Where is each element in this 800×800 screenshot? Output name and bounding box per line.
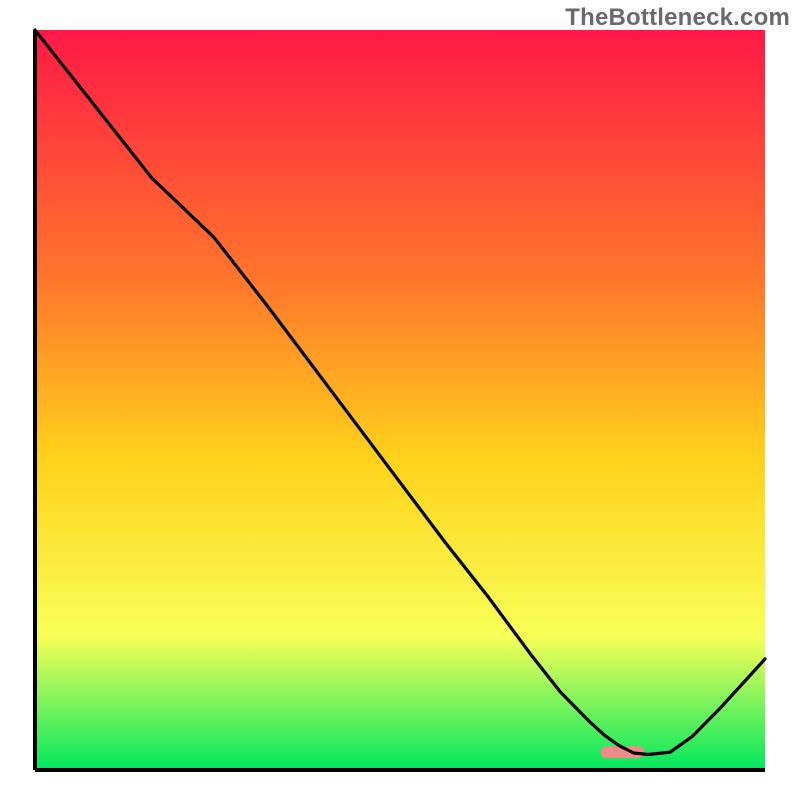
plot-background	[35, 30, 765, 770]
bottleneck-chart: TheBottleneck.com	[0, 0, 800, 800]
chart-canvas	[0, 0, 800, 800]
watermark-label: TheBottleneck.com	[565, 4, 790, 32]
